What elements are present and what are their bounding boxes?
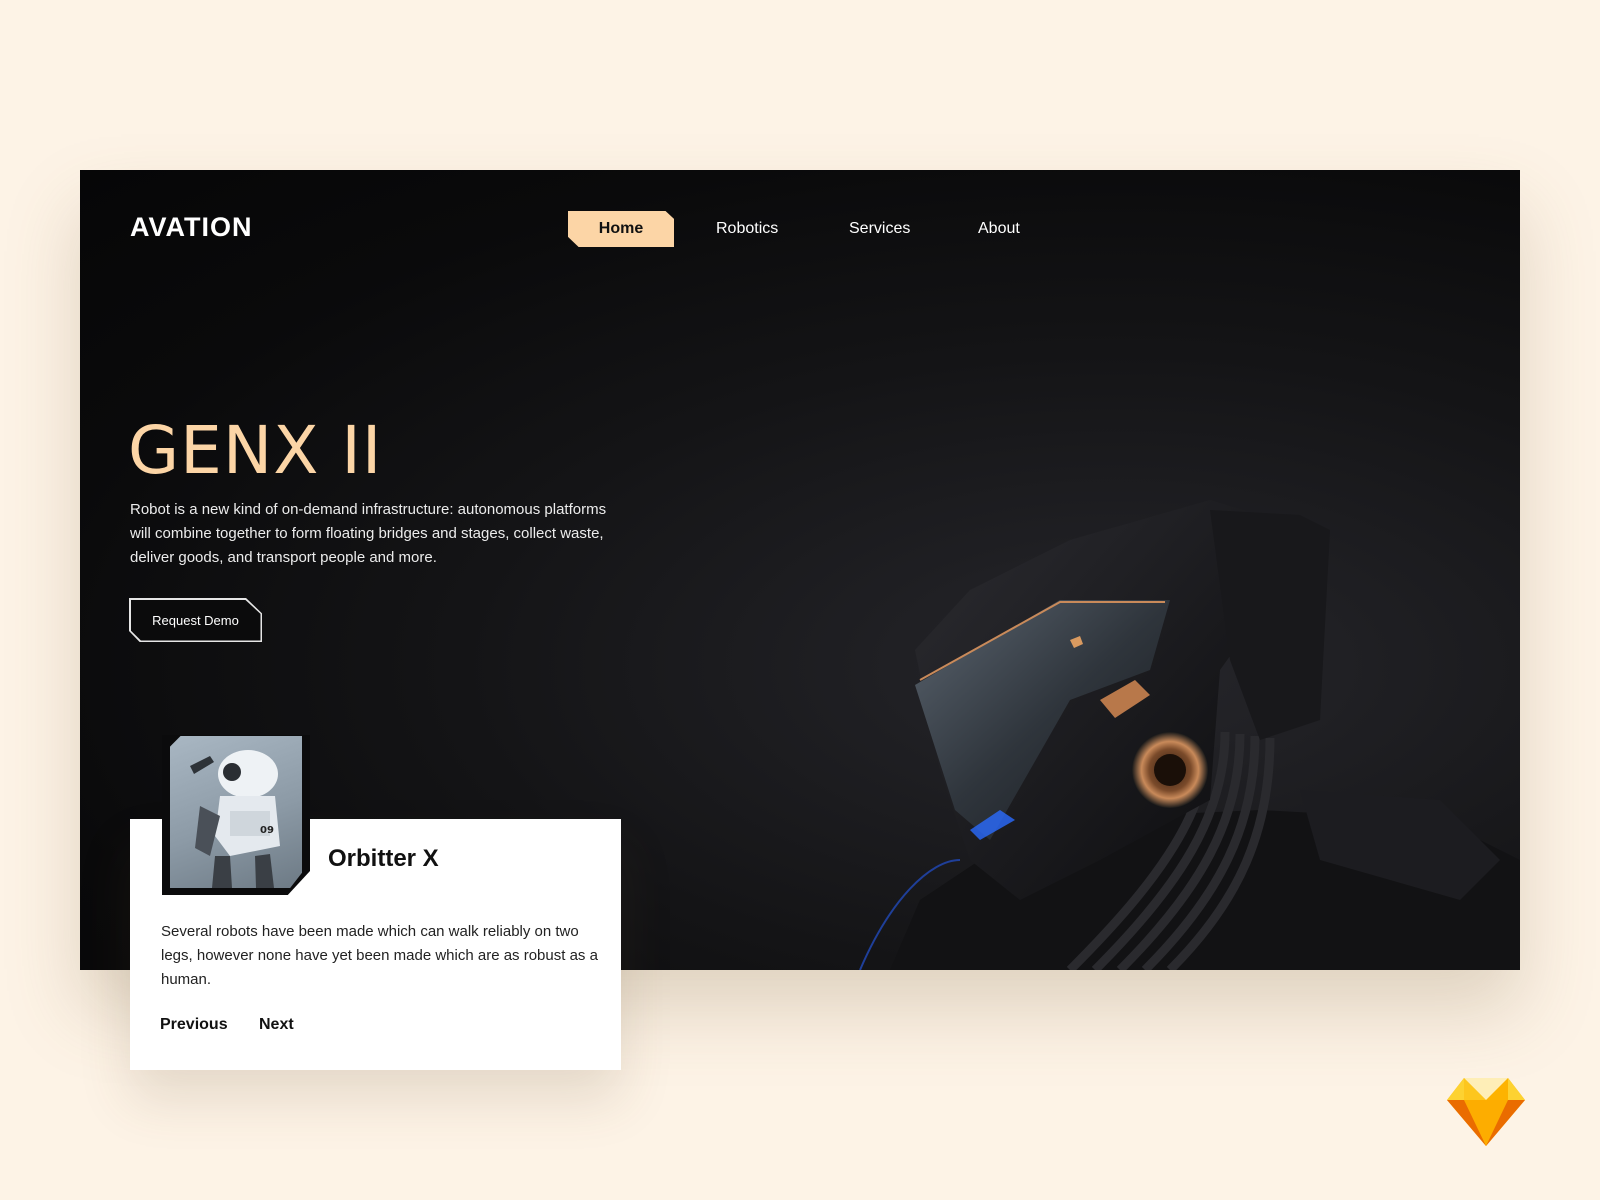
next-button[interactable]: Next <box>259 1016 294 1034</box>
main-nav: Home Robotics Services About <box>80 211 1520 247</box>
request-demo-label: Request Demo <box>130 599 261 641</box>
previous-button[interactable]: Previous <box>160 1016 228 1034</box>
card-title: Orbitter X <box>328 845 439 872</box>
robot-thumbnail: 09 <box>170 736 302 888</box>
nav-robotics[interactable]: Robotics <box>716 211 778 247</box>
nav-home[interactable]: Home <box>568 211 674 247</box>
sketch-diamond-icon <box>1447 1078 1525 1146</box>
hero-description: Robot is a new kind of on-demand infrast… <box>130 501 607 566</box>
request-demo-button[interactable]: Request Demo <box>129 598 262 642</box>
nav-about[interactable]: About <box>978 211 1020 247</box>
robot-head-image <box>859 500 1520 970</box>
nav-services[interactable]: Services <box>849 211 910 247</box>
robot-thumbnail-art: 09 <box>190 750 280 888</box>
hero-title: GENX II <box>128 412 383 489</box>
card-description: Several robots have been made which can … <box>161 923 598 988</box>
thumb-badge: 09 <box>260 825 274 836</box>
